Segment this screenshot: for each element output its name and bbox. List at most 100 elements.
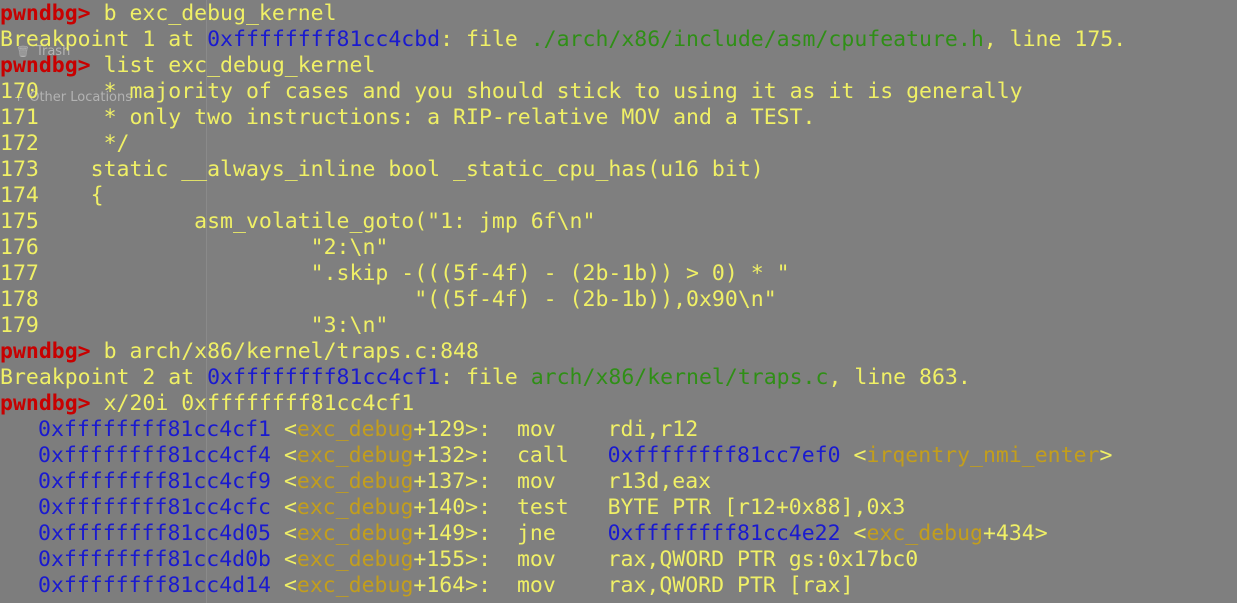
command-text: x/20i 0xffffffff81cc4cf1 [103, 391, 415, 416]
terminal-output[interactable]: pwndbg> b exc_debug_kernel Breakpoint 1 … [0, 1, 1126, 599]
symbol-offset: +164>: [413, 573, 492, 598]
source-line: 174 { [0, 183, 1126, 209]
symbol-offset: +132>: [413, 443, 492, 468]
command-text: b arch/x86/kernel/traps.c:848 [103, 339, 479, 364]
source-code: * only two instructions: a RIP-relative … [38, 105, 816, 130]
symbol-bracket: < [271, 573, 297, 598]
breakpoint-address: 0xffffffff81cc4cbd [207, 27, 441, 52]
breakpoint-message: Breakpoint 1 at 0xffffffff81cc4cbd: file… [0, 27, 1127, 52]
disasm-line: 0xffffffff81cc4d05 <exc_debug+149>: jne … [0, 521, 1126, 547]
line-number: 175 [0, 209, 39, 234]
operands: r13d,eax [607, 469, 712, 494]
line-number: 172 [0, 131, 39, 156]
operand-symbol: irqentry_nmi_enter [866, 443, 1100, 468]
breakpoint-file: ./arch/x86/include/asm/cpufeature.h [530, 27, 984, 52]
source-code: * majority of cases and you should stick… [38, 79, 1023, 104]
command-line: pwndbg> list exc_debug_kernel [0, 53, 1126, 79]
command-text: b exc_debug_kernel [103, 1, 337, 26]
command-line: pwndbg> x/20i 0xffffffff81cc4cf1 [0, 391, 1126, 417]
disassembly-listing: 0xffffffff81cc4cf1 <exc_debug+129>: mov … [0, 417, 1126, 599]
function-symbol: exc_debug [296, 417, 414, 442]
mnemonic: mov [516, 469, 569, 494]
line-number: 173 [0, 157, 39, 182]
prompt: pwndbg> [0, 1, 91, 26]
mnemonic: jne [516, 521, 569, 546]
breakpoint-message: Breakpoint 2 at 0xffffffff81cc4cf1: file… [0, 365, 971, 390]
function-symbol: exc_debug [296, 443, 414, 468]
mnemonic: mov [516, 547, 569, 572]
symbol-bracket: < [271, 469, 297, 494]
function-symbol: exc_debug [296, 521, 414, 546]
line-number: 178 [0, 287, 39, 312]
instruction-address: 0xffffffff81cc4d0b [38, 547, 271, 572]
disasm-line: 0xffffffff81cc4d14 <exc_debug+164>: mov … [0, 573, 1126, 599]
symbol-offset: +129>: [413, 417, 492, 442]
source-code: asm_volatile_goto("1: jmp 6f\n" [38, 209, 596, 234]
symbol-offset: +140>: [413, 495, 492, 520]
source-line: 171 * only two instructions: a RIP-relat… [0, 105, 1126, 131]
instruction-address: 0xffffffff81cc4d14 [38, 573, 271, 598]
prompt: pwndbg> [0, 339, 91, 364]
line-number: 176 [0, 235, 39, 260]
source-line: 172 */ [0, 131, 1126, 157]
line-number: 179 [0, 313, 39, 338]
source-line: 173 static __always_inline bool _static_… [0, 157, 1126, 183]
operands: rax,QWORD PTR [rax] [607, 573, 854, 598]
instruction-address: 0xffffffff81cc4cf4 [38, 443, 271, 468]
source-code: ".skip -(((5f-4f) - (2b-1b)) > 0) * " [38, 261, 790, 286]
source-code: static __always_inline bool _static_cpu_… [38, 157, 764, 182]
command-line: pwndbg> b arch/x86/kernel/traps.c:848 [0, 339, 1126, 365]
symbol-bracket: < [271, 443, 297, 468]
operand-symbol: exc_debug [866, 521, 983, 546]
source-code: "2:\n" [38, 235, 389, 260]
symbol-bracket: < [840, 521, 867, 546]
disasm-line: 0xffffffff81cc4cf4 <exc_debug+132>: call… [0, 443, 1126, 469]
command-text: list exc_debug_kernel [103, 53, 376, 78]
symbol-bracket: < [271, 521, 297, 546]
source-code: { [38, 183, 104, 208]
disasm-line: 0xffffffff81cc4cf9 <exc_debug+137>: mov … [0, 469, 1126, 495]
mnemonic: mov [516, 573, 569, 598]
function-symbol: exc_debug [296, 469, 414, 494]
source-line: 177 ".skip -(((5f-4f) - (2b-1b)) > 0) * … [0, 261, 1126, 287]
source-line: 175 asm_volatile_goto("1: jmp 6f\n" [0, 209, 1126, 235]
symbol-offset: +434> [982, 521, 1048, 546]
source-listing: 170 * majority of cases and you should s… [0, 79, 1126, 339]
source-line: 178 "((5f-4f) - (2b-1b)),0x90\n" [0, 287, 1126, 313]
symbol-offset: +137>: [413, 469, 492, 494]
source-line: 179 "3:\n" [0, 313, 1126, 339]
mnemonic: test [516, 495, 569, 520]
symbol-offset: +149>: [413, 521, 492, 546]
source-code: "3:\n" [38, 313, 389, 338]
symbol-bracket: < [271, 547, 297, 572]
instruction-address: 0xffffffff81cc4cfc [38, 495, 271, 520]
source-code: "((5f-4f) - (2b-1b)),0x90\n" [38, 287, 777, 312]
disasm-line: 0xffffffff81cc4d0b <exc_debug+155>: mov … [0, 547, 1126, 573]
function-symbol: exc_debug [296, 573, 414, 598]
function-symbol: exc_debug [296, 495, 414, 520]
command-line: pwndbg> b exc_debug_kernel [0, 1, 1126, 27]
operands: BYTE PTR [r12+0x88],0x3 [607, 495, 906, 520]
operand-address: 0xffffffff81cc7ef0 [607, 443, 841, 468]
mnemonic: mov [516, 417, 569, 442]
breakpoint-file: arch/x86/kernel/traps.c [530, 365, 829, 390]
source-line: 176 "2:\n" [0, 235, 1126, 261]
operands: rax,QWORD PTR gs:0x17bc0 [607, 547, 919, 572]
source-code: */ [38, 131, 130, 156]
instruction-address: 0xffffffff81cc4d05 [38, 521, 271, 546]
prompt: pwndbg> [0, 53, 91, 78]
symbol-bracket: < [840, 443, 867, 468]
line-number: 171 [0, 105, 39, 130]
